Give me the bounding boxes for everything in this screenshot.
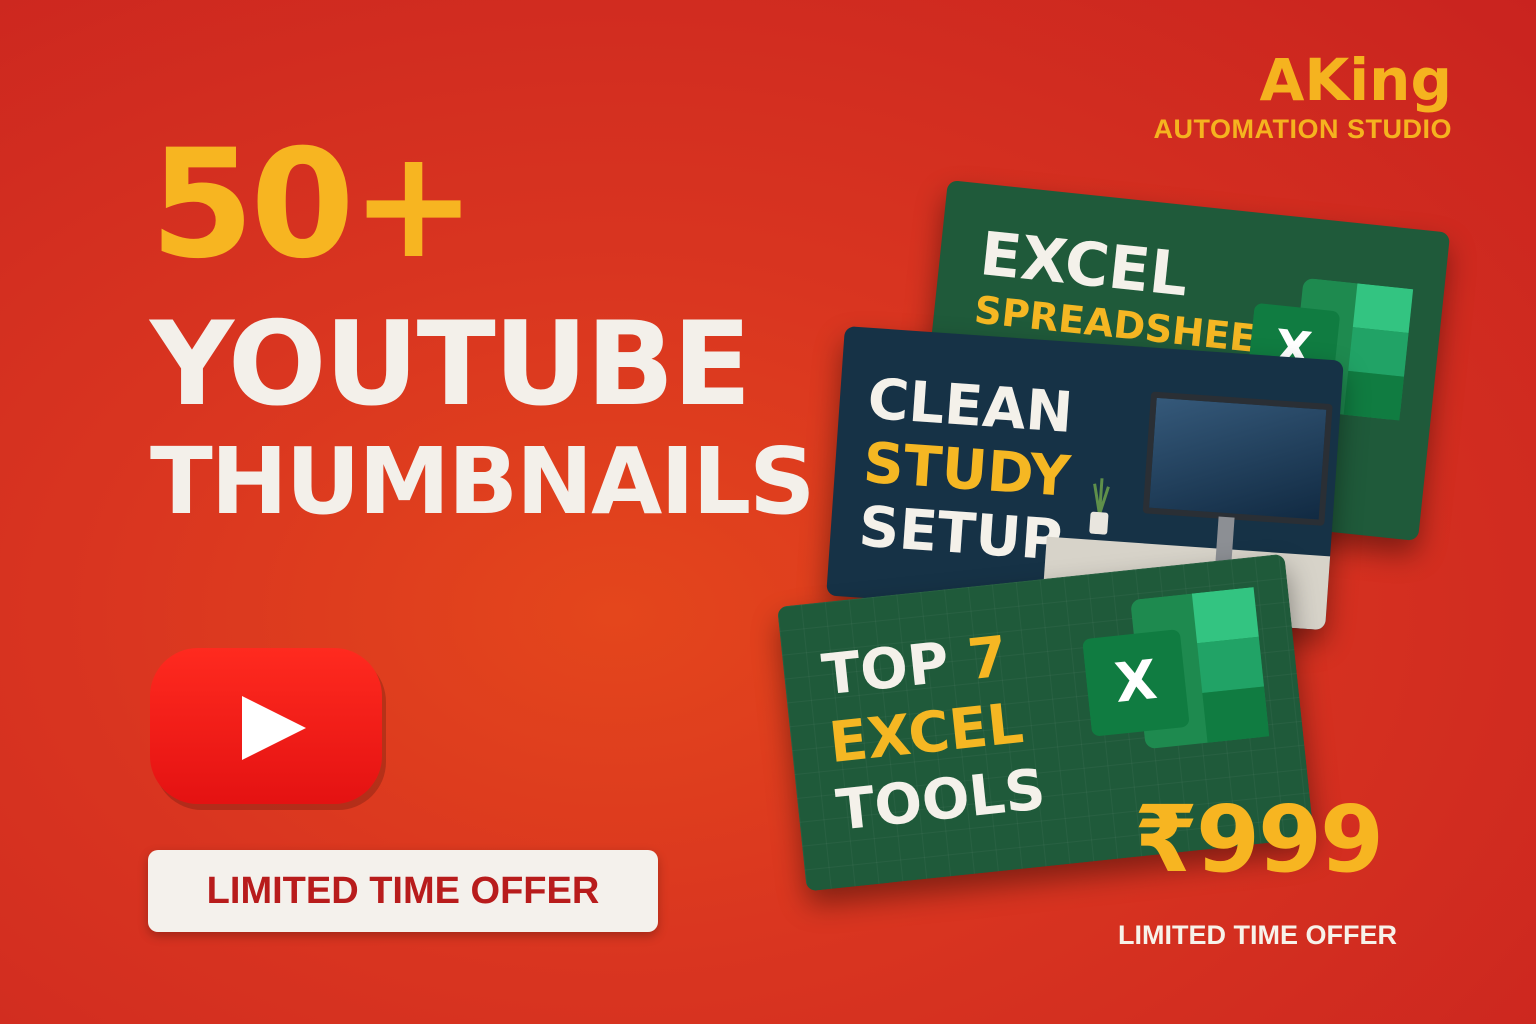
excel-icon: X	[1082, 587, 1270, 749]
headline-thumbnails: THUMBNAILS	[150, 428, 815, 535]
monitor-icon	[1142, 391, 1333, 526]
headline: 50+ YOUTUBE THUMBNAILS	[150, 118, 815, 535]
headline-youtube: YOUTUBE	[150, 297, 752, 432]
plant-icon	[1089, 478, 1110, 535]
headline-count: 50+	[150, 118, 476, 292]
card3-title: TOP 7 EXCEL TOOLS	[819, 621, 1049, 846]
card3-number: 7	[964, 624, 1011, 694]
card2-line3: SETUP	[856, 494, 1065, 574]
limited-offer-text: LIMITED TIME OFFER	[206, 869, 600, 912]
youtube-play-icon	[150, 648, 386, 810]
brand-logo: AKing AUTOMATION STUDIO	[1154, 48, 1453, 145]
card2-title: CLEAN STUDY SETUP	[856, 367, 1077, 574]
brand-subtitle: AUTOMATION STUDIO	[1153, 114, 1452, 144]
brand-name: AKing	[1259, 46, 1452, 114]
price-note: LIMITED TIME OFFER	[1118, 920, 1397, 950]
excel-letter: X	[1112, 648, 1160, 715]
card3-top: TOP	[819, 630, 953, 709]
limited-offer-badge: LIMITED TIME OFFER	[148, 850, 658, 932]
price: ₹999	[1134, 786, 1384, 893]
